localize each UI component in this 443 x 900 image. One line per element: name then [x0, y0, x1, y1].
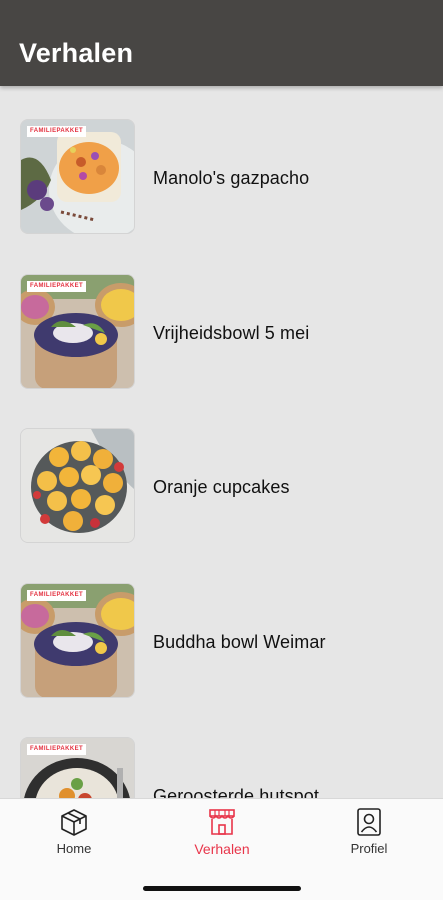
story-item-gazpacho[interactable]: FAMILIEPAKKET Manolo's gazpacho	[0, 120, 443, 236]
box-icon	[61, 809, 87, 836]
nav-label-home: Home	[56, 841, 92, 856]
story-title[interactable]: Oranje cupcakes	[153, 477, 290, 498]
bottom-navigation: Home Verhalen Profiel	[0, 798, 443, 900]
family-pack-badge: FAMILIEPAKKET	[27, 744, 87, 755]
nav-item-profiel[interactable]: Profiel	[314, 807, 424, 859]
story-thumbnail[interactable]	[21, 429, 134, 542]
home-indicator[interactable]	[143, 886, 301, 891]
story-item-vrijheidsbowl[interactable]: FAMILIEPAKKET Vrijheidsbowl 5 mei	[0, 275, 443, 391]
family-pack-badge: FAMILIEPAKKET	[27, 590, 87, 601]
story-title[interactable]: Geroosterde hutspot	[153, 786, 319, 798]
page-title: Verhalen	[19, 38, 134, 68]
story-item-cupcakes[interactable]: Oranje cupcakes	[0, 429, 443, 545]
story-item-hutspot[interactable]: FAMILIEPAKKET Geroosterde hutspot	[0, 738, 443, 798]
story-thumbnail[interactable]: FAMILIEPAKKET	[21, 120, 134, 233]
story-thumbnail[interactable]: FAMILIEPAKKET	[21, 738, 134, 798]
nav-label-profiel: Profiel	[350, 841, 388, 856]
story-thumbnail[interactable]: FAMILIEPAKKET	[21, 275, 134, 388]
nav-label-verhalen: Verhalen	[194, 841, 250, 857]
story-title[interactable]: Buddha bowl Weimar	[153, 632, 326, 653]
story-title[interactable]: Manolo's gazpacho	[153, 168, 309, 189]
family-pack-badge: FAMILIEPAKKET	[27, 126, 87, 137]
nav-item-verhalen[interactable]: Verhalen	[167, 807, 277, 859]
story-thumbnail[interactable]: FAMILIEPAKKET	[21, 584, 134, 697]
family-pack-badge: FAMILIEPAKKET	[27, 281, 87, 292]
app-bar: Verhalen	[0, 0, 443, 86]
store-icon	[209, 809, 235, 835]
story-item-buddha-bowl[interactable]: FAMILIEPAKKET Buddha bowl Weimar	[0, 584, 443, 700]
nav-item-home[interactable]: Home	[19, 807, 129, 859]
story-list[interactable]: FAMILIEPAKKET Manolo's gazpacho FAMILIEP…	[0, 86, 443, 798]
story-title[interactable]: Vrijheidsbowl 5 mei	[153, 323, 309, 344]
profile-icon	[357, 808, 381, 836]
